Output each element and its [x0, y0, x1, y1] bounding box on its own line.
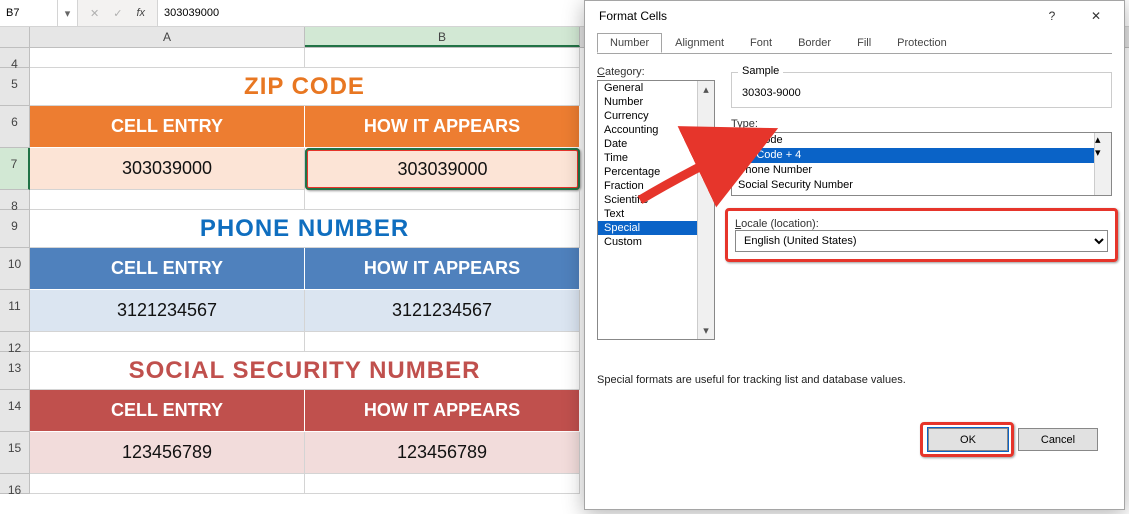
cell[interactable]: [30, 48, 305, 68]
type-phone[interactable]: Phone Number: [732, 163, 1111, 178]
name-box[interactable]: B7: [0, 0, 58, 26]
row-head-10[interactable]: 10: [0, 248, 30, 290]
phone-val-appears[interactable]: 3121234567: [305, 290, 580, 332]
name-box-dropdown[interactable]: ▾: [58, 0, 78, 26]
tab-protection[interactable]: Protection: [884, 33, 960, 53]
ssn-hdr-entry[interactable]: CELL ENTRY: [30, 390, 305, 432]
zip-val-appears[interactable]: 303039000: [305, 148, 580, 190]
dialog-titlebar[interactable]: Format Cells ? ✕: [585, 1, 1124, 31]
type-label: Type:: [731, 118, 1112, 130]
chevron-down-icon[interactable]: ▾: [698, 322, 714, 339]
chevron-up-icon[interactable]: ▴: [698, 81, 714, 98]
phone-val-entry[interactable]: 3121234567: [30, 290, 305, 332]
cell[interactable]: [305, 332, 580, 352]
ssn-val-appears[interactable]: 123456789: [305, 432, 580, 474]
fx-icon[interactable]: fx: [136, 7, 145, 19]
row-head-16[interactable]: 16: [0, 474, 30, 494]
cell[interactable]: [305, 190, 580, 210]
category-list[interactable]: General Number Currency Accounting Date …: [597, 80, 715, 340]
zip-hdr-appears[interactable]: HOW IT APPEARS: [305, 106, 580, 148]
hint-text: Special formats are useful for tracking …: [597, 374, 1112, 386]
category-scrollbar[interactable]: ▴ ▾: [697, 81, 714, 339]
col-head-B[interactable]: B: [305, 27, 580, 47]
formula-bar-icons: ✕ ✓ fx: [78, 0, 157, 26]
zip-val-entry[interactable]: 303039000: [30, 148, 305, 190]
ok-button[interactable]: OK: [928, 428, 1008, 451]
phone-hdr-entry[interactable]: CELL ENTRY: [30, 248, 305, 290]
zip-title[interactable]: ZIP CODE: [30, 68, 580, 106]
tab-font[interactable]: Font: [737, 33, 785, 53]
dialog-title: Format Cells: [599, 9, 1030, 23]
tab-border[interactable]: Border: [785, 33, 844, 53]
type-list[interactable]: Zip Code Zip Code + 4 Phone Number Socia…: [731, 132, 1112, 196]
sample-box: Sample 30303-9000: [731, 72, 1112, 108]
row-head-15[interactable]: 15: [0, 432, 30, 474]
chevron-down-icon[interactable]: ▾: [1095, 146, 1111, 159]
row-head-5[interactable]: 5: [0, 68, 30, 106]
cancel-button[interactable]: Cancel: [1018, 428, 1098, 451]
accept-icon[interactable]: ✓: [113, 7, 122, 20]
ssn-val-entry[interactable]: 123456789: [30, 432, 305, 474]
type-zipcode[interactable]: Zip Code: [732, 133, 1111, 148]
row-head-8[interactable]: 8: [0, 190, 30, 210]
locale-select[interactable]: English (United States): [735, 230, 1108, 252]
locale-wrap: Locale (location): English (United State…: [731, 214, 1112, 256]
row-head-7[interactable]: 7: [0, 148, 30, 190]
row-head-12[interactable]: 12: [0, 332, 30, 352]
close-icon[interactable]: ✕: [1074, 2, 1118, 30]
cell[interactable]: [305, 474, 580, 494]
dialog-tabs: Number Alignment Font Border Fill Protec…: [585, 31, 1124, 53]
row-head-14[interactable]: 14: [0, 390, 30, 432]
type-zipcode4[interactable]: Zip Code + 4: [732, 148, 1111, 163]
row-head-4[interactable]: 4: [0, 48, 30, 68]
sample-value: 30303-9000: [742, 87, 801, 99]
cell[interactable]: [305, 48, 580, 68]
ssn-title[interactable]: SOCIAL SECURITY NUMBER: [30, 352, 580, 390]
tab-number[interactable]: Number: [597, 33, 662, 53]
right-column: Sample 30303-9000 Type: Zip Code Zip Cod…: [731, 66, 1112, 256]
sample-label: Sample: [738, 65, 783, 77]
dialog-panel: Category: General Number Currency Accoun…: [597, 53, 1112, 463]
cell[interactable]: [30, 190, 305, 210]
type-scrollbar[interactable]: ▴ ▾: [1094, 133, 1111, 195]
row-head-13[interactable]: 13: [0, 352, 30, 390]
locale-label: Locale (location):: [735, 218, 1108, 230]
format-cells-dialog: Format Cells ? ✕ Number Alignment Font B…: [584, 0, 1125, 510]
row-head-11[interactable]: 11: [0, 290, 30, 332]
phone-title[interactable]: PHONE NUMBER: [30, 210, 580, 248]
phone-hdr-appears[interactable]: HOW IT APPEARS: [305, 248, 580, 290]
ssn-hdr-appears[interactable]: HOW IT APPEARS: [305, 390, 580, 432]
cell[interactable]: [30, 474, 305, 494]
zip-hdr-entry[interactable]: CELL ENTRY: [30, 106, 305, 148]
tab-fill[interactable]: Fill: [844, 33, 884, 53]
row-headers: 4 5 6 7 8 9 10 11 12 13 14 15 16: [0, 48, 30, 494]
tab-alignment[interactable]: Alignment: [662, 33, 737, 53]
row-head-6[interactable]: 6: [0, 106, 30, 148]
row-head-9[interactable]: 9: [0, 210, 30, 248]
dialog-buttons: OK Cancel: [928, 428, 1098, 451]
select-all-corner[interactable]: [0, 27, 30, 47]
col-head-A[interactable]: A: [30, 27, 305, 47]
cancel-icon[interactable]: ✕: [90, 7, 99, 20]
help-icon[interactable]: ?: [1030, 2, 1074, 30]
cell[interactable]: [30, 332, 305, 352]
type-ssn[interactable]: Social Security Number: [732, 178, 1111, 193]
chevron-up-icon[interactable]: ▴: [1095, 133, 1111, 146]
